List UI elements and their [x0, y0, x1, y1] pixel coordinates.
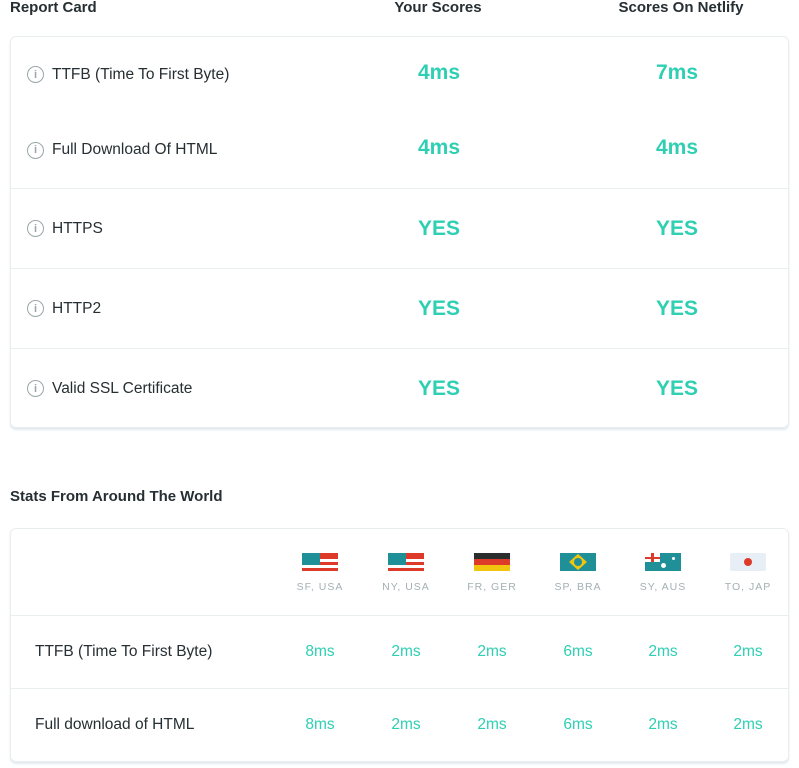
- location-label: SF, USA: [296, 581, 344, 593]
- info-icon[interactable]: i: [27, 141, 44, 159]
- your-score: YES: [417, 376, 461, 400]
- stat-value: 2ms: [477, 643, 507, 660]
- stat-value: 2ms: [733, 716, 763, 733]
- your-scores-header: Your Scores: [394, 0, 482, 16]
- stat-value: 2ms: [391, 643, 421, 660]
- netlify-score: YES: [655, 376, 699, 400]
- location-header: NY, USA: [371, 553, 441, 593]
- stat-value: 2ms: [733, 643, 763, 660]
- your-score: 4ms: [417, 60, 461, 84]
- stats-row: TTFB (Time To First Byte) 8ms 2ms 2ms 6ms 2ms…: [11, 615, 788, 688]
- row-label: i HTTP2: [27, 300, 101, 318]
- netlify-score: 7ms: [655, 60, 699, 84]
- metric-name: HTTPS: [52, 219, 103, 237]
- metric-name: TTFB (Time To First Byte): [35, 643, 213, 660]
- stat-value: 6ms: [563, 716, 593, 733]
- row-label: i HTTPS: [27, 220, 103, 238]
- metric-name: HTTP2: [52, 299, 102, 317]
- metric-name: Full download of HTML: [35, 716, 195, 733]
- location-header: FR, GER: [457, 553, 527, 593]
- report-row: i Full Download Of HTML 4ms 4ms: [11, 112, 788, 188]
- row-label: i TTFB (Time To First Byte): [27, 66, 229, 84]
- row-label: i Full Download Of HTML: [27, 141, 217, 159]
- location-label: TO, JAP: [724, 581, 772, 593]
- info-icon[interactable]: i: [27, 220, 44, 237]
- metric-name: TTFB (Time To First Byte): [52, 65, 230, 83]
- location-header: TO, JAP: [713, 553, 783, 593]
- stat-value: 2ms: [477, 716, 507, 733]
- your-score: 4ms: [417, 136, 461, 159]
- location-header: SP, BRA: [543, 553, 613, 593]
- location-header: SF, USA: [285, 553, 355, 593]
- stat-value: 8ms: [305, 643, 335, 660]
- location-label: NY, USA: [382, 581, 430, 593]
- stat-value: 8ms: [305, 716, 335, 733]
- stat-value: 2ms: [648, 716, 678, 733]
- your-score: YES: [417, 296, 461, 320]
- metric-name: Valid SSL Certificate: [52, 379, 193, 397]
- location-label: FR, GER: [467, 581, 517, 593]
- netlify-score: 4ms: [655, 136, 699, 159]
- germany-flag-icon: [474, 553, 510, 571]
- japan-flag-icon: [730, 553, 766, 571]
- usa-flag-icon: [302, 553, 338, 571]
- info-icon[interactable]: i: [27, 66, 44, 83]
- report-row: i HTTP2 YES YES: [11, 268, 788, 348]
- location-header: SY, AUS: [628, 553, 698, 593]
- australia-flag-icon: [645, 553, 681, 571]
- row-label: i Valid SSL Certificate: [27, 380, 192, 398]
- info-icon[interactable]: i: [27, 300, 44, 317]
- usa-flag-icon: [388, 553, 424, 571]
- netlify-score: YES: [655, 216, 699, 240]
- report-row: i HTTPS YES YES: [11, 188, 788, 268]
- metric-name: Full Download Of HTML: [52, 141, 218, 158]
- location-label: SP, BRA: [554, 581, 602, 593]
- stats-title: Stats From Around The World: [10, 488, 223, 505]
- netlify-scores-header: Scores On Netlify: [618, 0, 744, 16]
- report-card-title: Report Card: [10, 0, 97, 16]
- your-score: YES: [417, 216, 461, 240]
- brazil-flag-icon: [560, 553, 596, 571]
- netlify-score: YES: [655, 296, 699, 320]
- report-row: i TTFB (Time To First Byte) 4ms 7ms: [11, 37, 788, 112]
- location-label: SY, AUS: [639, 581, 687, 593]
- stat-value: 2ms: [648, 643, 678, 660]
- stats-row: Full download of HTML 8ms 2ms 2ms 6ms 2ms 2ms: [11, 688, 788, 761]
- stat-value: 2ms: [391, 716, 421, 733]
- stats-card: SF, USA NY, USA FR, GER SP, BRA SY, AUS TO, J…: [10, 528, 789, 762]
- report-row: i Valid SSL Certificate YES YES: [11, 348, 788, 428]
- report-card: i TTFB (Time To First Byte) 4ms 7ms i Full …: [10, 36, 789, 428]
- stat-value: 6ms: [563, 643, 593, 660]
- info-icon[interactable]: i: [27, 380, 44, 397]
